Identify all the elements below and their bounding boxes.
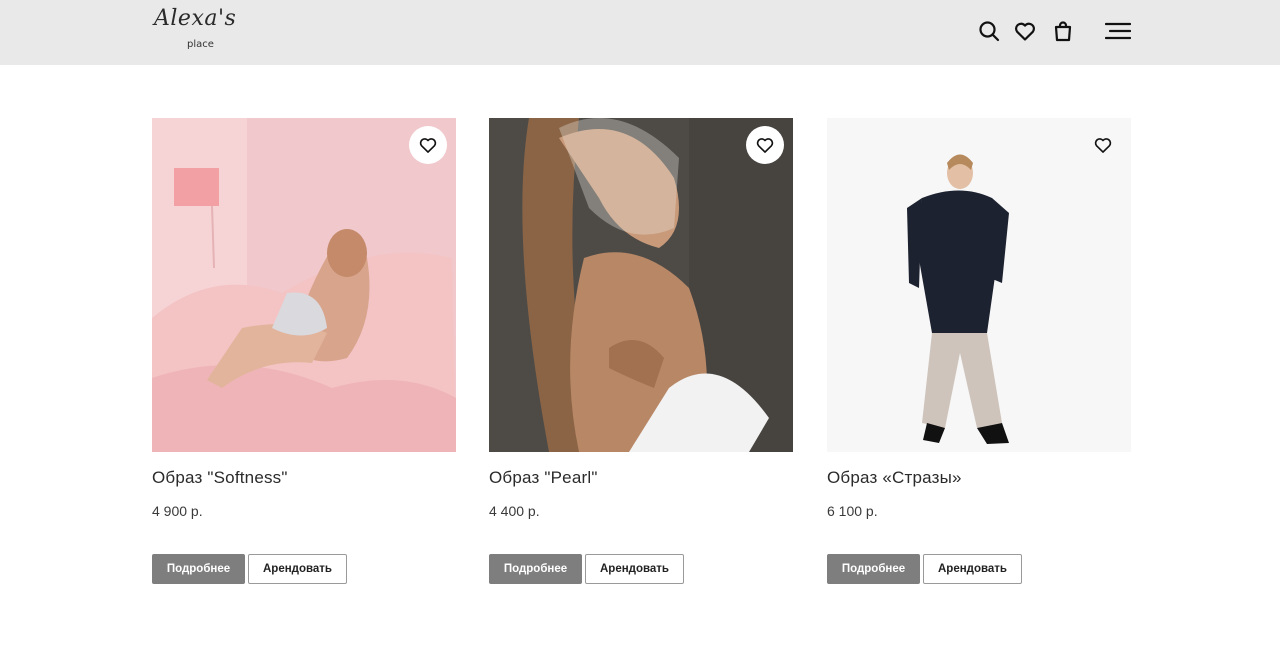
menu-icon[interactable] (1105, 19, 1131, 43)
product-card: Образ "Pearl" 4 400 р. Подробнее Арендов… (489, 118, 793, 588)
logo-subtitle: place (187, 39, 214, 50)
product-title[interactable]: Образ "Softness" (152, 468, 288, 488)
product-photo[interactable] (489, 118, 793, 452)
site-logo[interactable]: Alexa's place (152, 6, 252, 54)
heart-icon (419, 138, 437, 153)
product-title[interactable]: Образ «Стразы» (827, 468, 962, 488)
favorite-button[interactable] (1084, 126, 1122, 164)
site-header: Alexa's place (0, 0, 1280, 65)
rent-button[interactable]: Арендовать (585, 554, 684, 584)
logo-wordmark: Alexa's (154, 6, 237, 31)
favorite-button[interactable] (746, 126, 784, 164)
product-price: 4 400 р. (489, 503, 540, 519)
heart-icon (756, 138, 774, 153)
product-price: 6 100 р. (827, 503, 878, 519)
details-button[interactable]: Подробнее (827, 554, 920, 584)
product-photo[interactable] (827, 118, 1131, 452)
shopping-bag-icon[interactable] (1051, 19, 1075, 43)
product-card: Образ «Стразы» 6 100 р. Подробнее Арендо… (827, 118, 1131, 588)
heart-icon (1094, 138, 1112, 153)
search-icon[interactable] (977, 19, 1001, 43)
product-title[interactable]: Образ "Pearl" (489, 468, 598, 488)
rent-button[interactable]: Арендовать (923, 554, 1022, 584)
favorite-button[interactable] (409, 126, 447, 164)
product-photo[interactable] (152, 118, 456, 452)
product-card: Образ "Softness" 4 900 р. Подробнее Арен… (152, 118, 456, 588)
rent-button[interactable]: Арендовать (248, 554, 347, 584)
favorites-heart-icon[interactable] (1013, 19, 1037, 43)
details-button[interactable]: Подробнее (489, 554, 582, 584)
product-price: 4 900 р. (152, 503, 203, 519)
details-button[interactable]: Подробнее (152, 554, 245, 584)
